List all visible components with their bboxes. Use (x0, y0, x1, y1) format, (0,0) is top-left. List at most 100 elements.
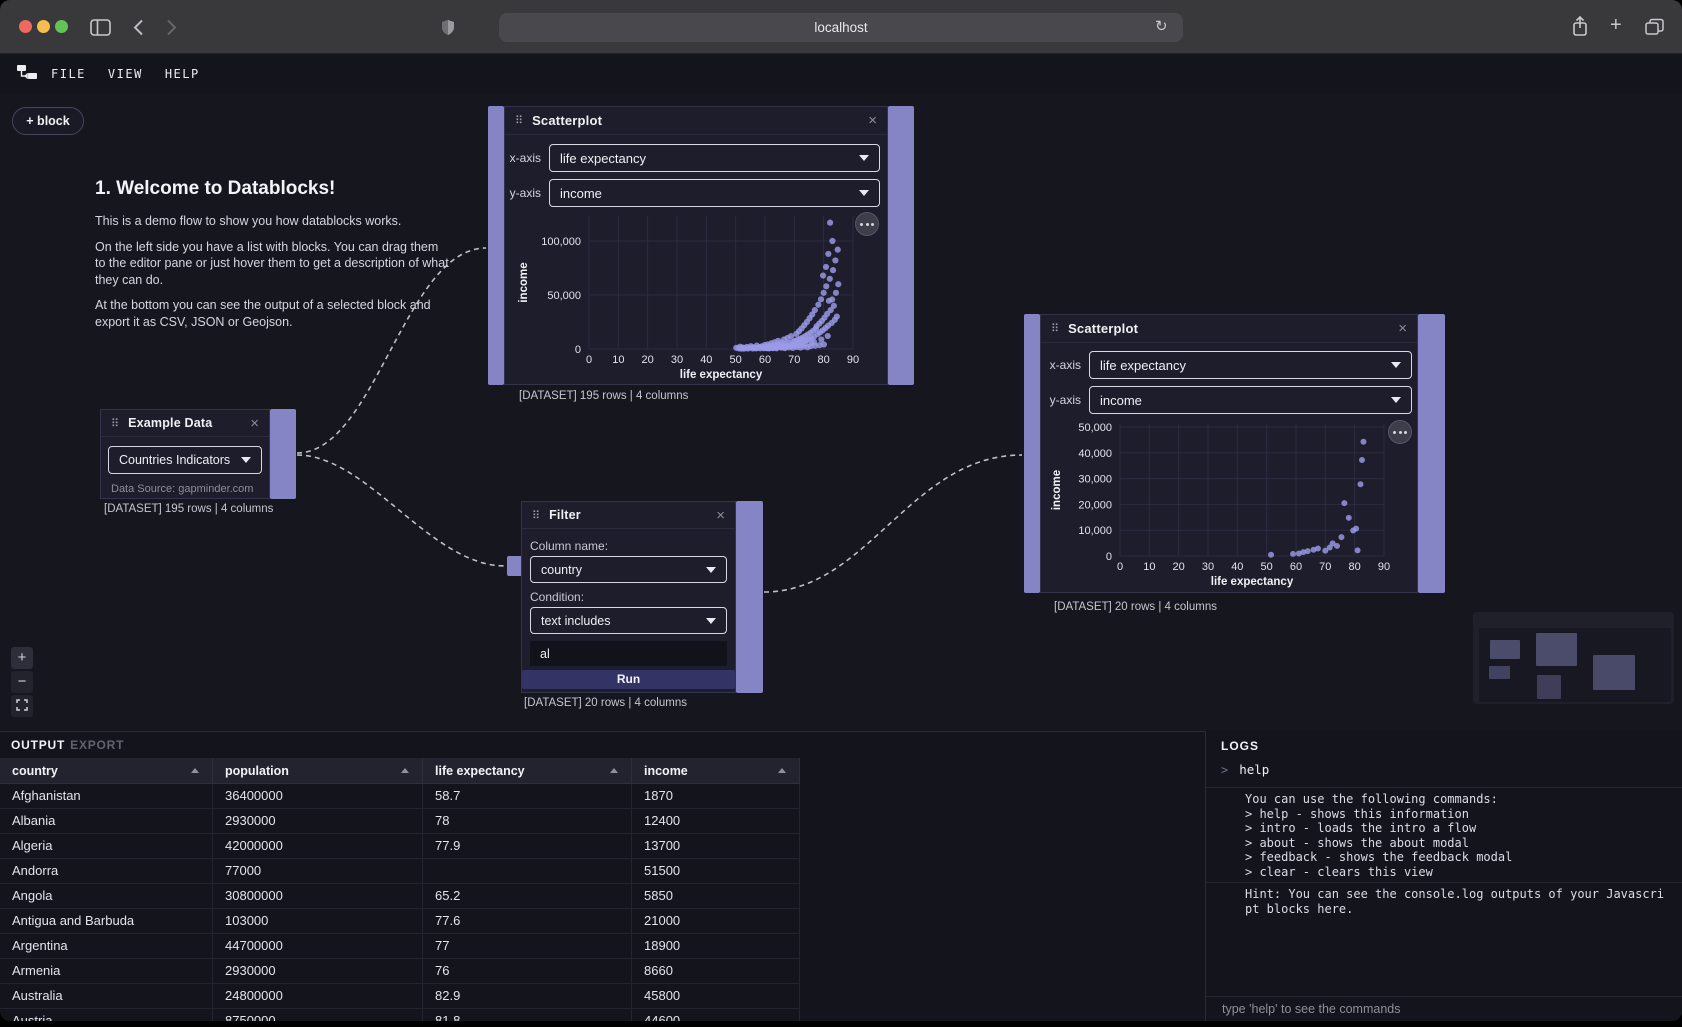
drag-handle-icon[interactable]: ⠿ (1051, 322, 1059, 335)
drag-handle-icon[interactable]: ⠿ (111, 417, 119, 430)
browser-chrome: localhost ↻ + (0, 0, 1682, 54)
example-data-header[interactable]: ⠿ Example Data × (101, 410, 269, 437)
example-data-dataset-select[interactable]: Countries Indicators (108, 446, 262, 474)
window-zoom-button[interactable] (55, 20, 68, 33)
tab-overview-icon[interactable] (1645, 18, 1664, 36)
selected-value: Countries Indicators (119, 453, 230, 467)
table-cell: 77.9 (423, 834, 632, 858)
table-cell: 103000 (213, 909, 423, 933)
log-line: > feedback - shows the feedback modal (1245, 850, 1675, 865)
table-cell: 77000 (213, 859, 423, 883)
log-hint: Hint: You can see the console.log output… (1245, 887, 1675, 917)
output-table-header: country populationlife expectancyincome (0, 758, 800, 784)
reload-icon[interactable]: ↻ (1155, 17, 1168, 35)
sort-arrow-icon[interactable] (610, 768, 618, 773)
menu-item-file[interactable]: FILE (51, 67, 86, 81)
scatterplot2-x-axis-select[interactable]: life expectancy (1089, 351, 1412, 379)
filter-title: Filter (549, 508, 581, 522)
menu-bar: FILE VIEW HELP (0, 54, 1682, 94)
scatterplot2-more-button[interactable] (1388, 420, 1412, 444)
filter-dataset-info: [DATASET] 20 rows | 4 columns (524, 697, 687, 709)
minimap-node (1490, 640, 1520, 659)
chevron-down-icon (1391, 362, 1401, 368)
filter-condition-select[interactable]: text includes (530, 607, 727, 634)
example-data-output-port[interactable] (270, 409, 296, 499)
filter-column-label: Column name: (530, 539, 608, 553)
scatterplot2-input-port[interactable] (1024, 314, 1040, 593)
close-icon[interactable]: × (868, 113, 877, 128)
log-hint-line: Hint: You can see the console.log output… (1245, 887, 1675, 902)
table-cell: 8750000 (213, 1009, 423, 1021)
drag-handle-icon[interactable]: ⠿ (515, 114, 523, 127)
table-cell: 44600 (632, 1009, 800, 1021)
menu-item-help[interactable]: HELP (165, 67, 200, 81)
filter-output-port[interactable] (736, 501, 763, 693)
selected-value: income (1100, 393, 1142, 408)
fit-view-button[interactable] (11, 695, 33, 717)
menu-item-view[interactable]: VIEW (108, 67, 143, 81)
logs-command-input[interactable] (1206, 996, 1682, 1021)
address-bar-url: localhost (814, 20, 867, 35)
scatterplot1-header[interactable]: ⠿ Scatterplot × (505, 107, 887, 135)
sort-arrow-icon[interactable] (191, 768, 199, 773)
filter-column-select[interactable]: country (530, 556, 727, 583)
share-icon[interactable] (1571, 15, 1589, 38)
zoom-in-button[interactable]: + (11, 647, 33, 669)
window-close-button[interactable] (19, 20, 32, 33)
scatterplot1-input-port[interactable] (488, 106, 504, 385)
drag-handle-icon[interactable]: ⠿ (532, 509, 540, 522)
column-header-income[interactable]: income (632, 758, 800, 783)
close-icon[interactable]: × (716, 508, 725, 523)
example-data-source-note: Data Source: gapminder.com (111, 483, 253, 495)
column-header-life-expectancy[interactable]: life expectancy (423, 758, 632, 783)
table-row: Algeria4200000077.913700 (0, 834, 800, 859)
sort-arrow-icon[interactable] (778, 768, 786, 773)
sort-arrow-icon[interactable] (401, 768, 409, 773)
forward-button-icon[interactable] (166, 19, 177, 36)
scatterplot1-y-axis-select[interactable]: income (549, 179, 880, 207)
close-icon[interactable]: × (250, 416, 259, 431)
window-minimize-button[interactable] (37, 20, 50, 33)
app-logo-icon[interactable] (16, 63, 38, 86)
scatterplot1-output-port[interactable] (888, 106, 914, 385)
address-bar[interactable]: localhost (499, 13, 1183, 42)
scatterplot2-header[interactable]: ⠿ Scatterplot × (1041, 315, 1417, 343)
filter-query-input[interactable] (530, 641, 727, 666)
log-line: > help - shows this information (1245, 807, 1675, 822)
table-cell: 36400000 (213, 784, 423, 808)
column-header-label: country (12, 764, 58, 778)
new-tab-icon[interactable]: + (1610, 14, 1622, 37)
minimap-node (1593, 655, 1635, 690)
y-axis-label: y-axis (505, 186, 541, 200)
x-axis-label: x-axis (505, 151, 541, 165)
log-hint-line: pt blocks here. (1245, 902, 1675, 917)
column-header-country[interactable]: country (0, 758, 213, 783)
tab-output[interactable]: OUTPUT (11, 738, 65, 752)
minimap-node (1489, 666, 1510, 679)
table-row: Australia2480000082.945800 (0, 984, 800, 1009)
welcome-note: 1. Welcome to Datablocks! This is a demo… (95, 178, 451, 339)
add-block-button[interactable]: + block (12, 107, 84, 135)
scatterplot1-x-axis-select[interactable]: life expectancy (549, 144, 880, 172)
scatterplot2-output-port[interactable] (1418, 314, 1445, 593)
chevron-down-icon (1391, 397, 1401, 403)
table-cell: 2930000 (213, 809, 423, 833)
filter-run-button[interactable]: Run (522, 670, 735, 689)
zoom-out-button[interactable]: − (11, 671, 33, 693)
scatterplot2-y-axis-select[interactable]: income (1089, 386, 1412, 414)
chevron-down-icon (706, 618, 716, 624)
scatterplot1-dataset-info: [DATASET] 195 rows | 4 columns (519, 390, 688, 402)
column-header-population[interactable]: population (213, 758, 423, 783)
back-button-icon[interactable] (133, 19, 144, 36)
close-icon[interactable]: × (1398, 321, 1407, 336)
scatterplot1-more-button[interactable] (855, 212, 879, 236)
wire-exampledata-to-filter (297, 455, 505, 566)
privacy-shield-icon[interactable] (440, 19, 456, 36)
welcome-paragraph: On the left side you have a list with bl… (95, 239, 451, 289)
tab-export[interactable]: EXPORT (70, 738, 124, 752)
table-cell: Algeria (0, 834, 213, 858)
table-cell: Albania (0, 809, 213, 833)
filter-header[interactable]: ⠿ Filter × (522, 502, 735, 529)
minimap[interactable] (1473, 612, 1674, 704)
sidebar-toggle-icon[interactable] (90, 19, 111, 36)
